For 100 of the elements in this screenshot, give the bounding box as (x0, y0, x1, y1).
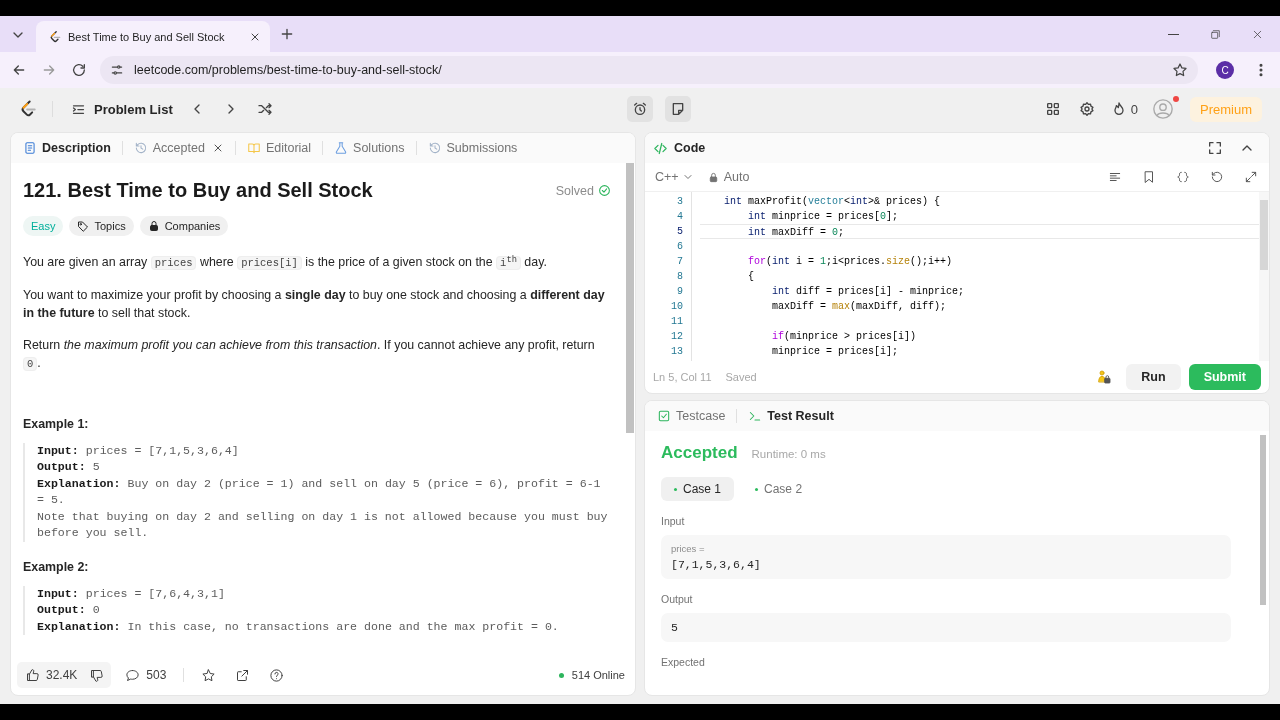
variable-value: 5 (671, 621, 679, 634)
line-number: 9 (676, 285, 683, 299)
bookmark-star-icon[interactable] (1172, 62, 1188, 78)
undo-icon (1210, 170, 1224, 184)
example-line: Note that buying on day 2 and selling on day 1 is not allowed because you must buy before you sell. (37, 508, 609, 541)
history-icon (427, 141, 442, 155)
forward-arrow-icon (41, 62, 57, 78)
url-text[interactable]: leetcode.com/problems/best-time-to-buy-and-sell-stock/ (134, 63, 442, 77)
alarm-clock-icon (631, 101, 648, 117)
browser-tab[interactable]: Best Time to Buy and Sell Stock (36, 21, 270, 52)
tab-title[interactable]: Best Time to Buy and Sell Stock (68, 30, 240, 43)
code-icon (653, 140, 668, 156)
example-line: Input: prices = [7,1,5,3,6,4] (37, 442, 240, 459)
line-number: 4 (676, 210, 683, 224)
panel-tab[interactable]: Submissions (423, 138, 522, 158)
profile-avatar[interactable]: C (1216, 61, 1234, 79)
checkbox-icon (657, 409, 671, 423)
comment-icon (125, 667, 141, 683)
code-line: int maxDiff = 0; (747, 227, 845, 238)
timer-button[interactable] (626, 96, 653, 122)
case-tab[interactable]: Case 2 (742, 477, 816, 501)
panel-tab[interactable]: Description (19, 138, 115, 158)
history-icon (133, 141, 148, 155)
description-paragraph: You want to maximize your profit by choosing a single day to buy one stock and choosing a different day in the future to sell that stock. (23, 286, 606, 322)
code-line: maxDiff = max(maxDiff, diff); (771, 301, 947, 312)
panel-tab[interactable]: Accepted (129, 138, 228, 158)
back-arrow-icon (11, 62, 27, 78)
variable-value: [7,1,5,3,6,4] (671, 558, 762, 571)
lock-icon (707, 171, 719, 183)
line-number: 7 (676, 255, 683, 269)
diagonal-arrows-icon (1244, 170, 1258, 184)
notes-button[interactable] (664, 96, 691, 122)
line-number: 3 (676, 195, 683, 209)
problem-list-link[interactable]: Problem List (67, 101, 177, 117)
panel-title: Code (674, 141, 706, 155)
variable-name: prices = (671, 543, 706, 554)
logo-icon[interactable] (18, 99, 38, 119)
difficulty-badge: Easy (23, 216, 64, 236)
streak-button[interactable]: 0 (1106, 101, 1142, 117)
description-paragraph: You are given an array prices where prices[i] is the price of a given stock on the i$^{th}$ day. (23, 253, 548, 272)
flask-icon (334, 141, 349, 155)
code-line: if(minprice > prices[i]) (771, 331, 917, 342)
example-line: Explanation: In this case, no transactions are done and the max profit = 0. (37, 618, 560, 635)
figure-lock-icon[interactable] (1096, 369, 1113, 385)
panel-tab[interactable]: Editorial (242, 138, 316, 158)
panel-tab[interactable]: Solutions (330, 138, 409, 158)
grid-icon (1044, 101, 1061, 117)
notification-dot (1173, 96, 1179, 102)
problem-title: 121. Best Time to Buy and Sell Stock (23, 179, 374, 202)
plus-icon (279, 26, 295, 42)
line-number: 5 (676, 225, 683, 239)
terminal-icon (748, 409, 763, 423)
favicon-icon (48, 29, 62, 44)
mode-label: Auto (723, 170, 750, 184)
panel-tab[interactable]: Testcase (653, 406, 730, 426)
line-number: 12 (670, 330, 683, 344)
star-icon (200, 667, 216, 683)
code-line: minprice = prices[i]; (771, 346, 899, 357)
code-line: int minprice = prices[0]; (747, 211, 899, 222)
comments-button[interactable]: 503 (119, 663, 173, 687)
example-line: Input: prices = [7,6,4,3,1] (37, 585, 226, 602)
align-left-icon (1108, 170, 1122, 184)
line-number: 10 (670, 300, 683, 314)
line-number: 13 (670, 345, 683, 359)
example-line: Output: 0 (37, 602, 101, 618)
section-label: Input (661, 515, 686, 527)
help-icon (268, 667, 284, 683)
run-button[interactable]: Run (1126, 364, 1181, 390)
share-icon (234, 667, 250, 683)
solved-status: Solved (555, 183, 594, 198)
settings-icon (1078, 101, 1095, 117)
save-status: Saved (725, 371, 757, 383)
restore-icon (1208, 27, 1222, 41)
runtime-text: Runtime: 0 ms (751, 448, 826, 460)
book-icon (246, 141, 261, 155)
online-count: 514 Online (571, 669, 625, 681)
site-settings-icon[interactable] (110, 63, 124, 77)
scrollbar[interactable] (1259, 192, 1269, 361)
panel-tab[interactable]: Test Result (744, 406, 838, 426)
section-label: Expected (661, 656, 706, 668)
shuffle-icon (256, 101, 273, 117)
line-number: 6 (676, 240, 683, 254)
verdict-text: Accepted (661, 443, 738, 463)
topic-chip[interactable]: Topics (69, 216, 134, 236)
language-dropdown[interactable]: C++ (651, 170, 698, 184)
minimize-icon (1167, 33, 1179, 35)
section-label: Output (661, 593, 694, 605)
code-line: { (747, 271, 754, 282)
line-number: 11 (670, 315, 683, 329)
expand-icon (1207, 140, 1223, 156)
description-paragraph: Return the maximum profit you can achieve from this transaction. If you cannot achieve any profit, return 0 . (23, 336, 596, 373)
thumbs-down-icon (88, 667, 104, 683)
topic-chip[interactable]: Companies (139, 216, 229, 236)
address-field[interactable]: leetcode.com/problems/best-time-to-buy-and-sell-stock/ (100, 56, 1198, 84)
reload-icon (71, 62, 87, 78)
braces-icon (1176, 170, 1190, 184)
cursor-position: Ln 5, Col 11 (653, 371, 712, 383)
tag-icon (77, 220, 90, 232)
code-line: for(int i = 1;i<prices.size();i++) (747, 256, 953, 267)
case-tab[interactable]: Case 1 (661, 477, 735, 501)
